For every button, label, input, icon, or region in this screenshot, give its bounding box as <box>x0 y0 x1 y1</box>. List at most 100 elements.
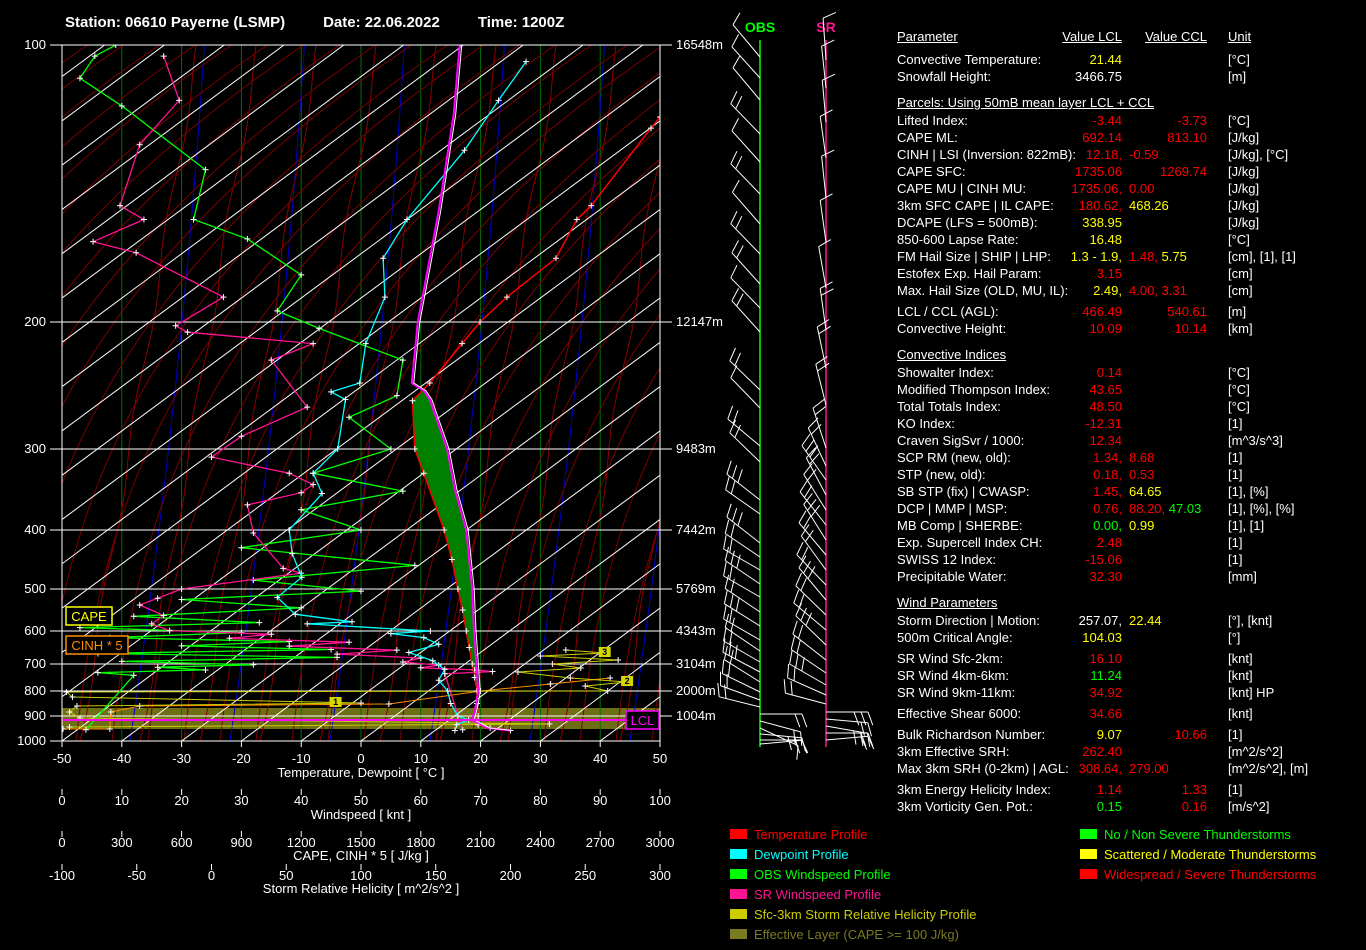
value-extra: -0.59 <box>1129 146 1159 163</box>
value-ccl: 10.14 <box>1127 320 1207 337</box>
parameter-row: SWISS 12 Index:-15.06[1] <box>897 551 1362 568</box>
unit-label: [J/kg] <box>1228 163 1259 180</box>
value-lcl: 12.34 <box>1037 432 1122 449</box>
value-extra-item: 0.53 <box>1129 467 1154 482</box>
value-lcl: 16.48 <box>1037 231 1122 248</box>
parameter-row: Exp. Supercell Index CH:2.48[1] <box>897 534 1362 551</box>
altitude-label: 1004m <box>676 708 716 723</box>
legend-item: Dewpoint Profile <box>730 844 977 864</box>
svg-text:0: 0 <box>58 835 65 850</box>
svg-text:CINH * 5: CINH * 5 <box>71 638 122 653</box>
value-lcl: 1.34, <box>1037 449 1122 466</box>
value-lcl: 1.14 <box>1037 781 1122 798</box>
altitude-label: 9483m <box>676 441 716 456</box>
row-label: Convective Temperature: <box>897 51 1041 68</box>
svg-text:30: 30 <box>533 751 547 766</box>
svg-text:70: 70 <box>473 793 487 808</box>
legend-item: OBS Windspeed Profile <box>730 864 977 884</box>
svg-text:2400: 2400 <box>526 835 555 850</box>
unit-label: [1] <box>1228 449 1242 466</box>
svg-text:300: 300 <box>111 835 133 850</box>
unit-label: [knt] <box>1228 667 1253 684</box>
unit-label: [m] <box>1228 68 1246 85</box>
legend-item: Temperature Profile <box>730 824 977 844</box>
value-lcl: 12.18, <box>1037 146 1122 163</box>
parameter-row: 500m Critical Angle:104.03[°] <box>897 629 1362 646</box>
row-label: DCAPE (LFS = 500mB): <box>897 214 1038 231</box>
value-extra: 22.44 <box>1129 612 1162 629</box>
parameter-row: Storm Direction | Motion:257.07,22.44[°]… <box>897 612 1362 629</box>
parameter-panel: ParameterValue LCLValue CCLUnitConvectiv… <box>897 28 1362 815</box>
value-lcl: 104.03 <box>1037 629 1122 646</box>
value-ccl: 813.10 <box>1127 129 1207 146</box>
value-extra-item: 64.65 <box>1129 484 1162 499</box>
parameter-row: CAPE SFC:1735.061269.74[J/kg] <box>897 163 1362 180</box>
value-extra: 0.53 <box>1129 466 1154 483</box>
parameter-row: CINH | LSI (Inversion: 822mB):12.18,-0.5… <box>897 146 1362 163</box>
value-lcl: 466.49 <box>1037 303 1122 320</box>
row-label: Estofex Exp. Hail Param: <box>897 265 1042 282</box>
value-extra: 64.65 <box>1129 483 1162 500</box>
svg-text:50: 50 <box>653 751 667 766</box>
unit-label: [knt] <box>1228 650 1253 667</box>
value-extra-item: 47.03 <box>1169 501 1202 516</box>
unit-label: [1] <box>1228 781 1242 798</box>
value-lcl: 32.30 <box>1037 568 1122 585</box>
value-lcl: 0.76, <box>1037 500 1122 517</box>
wind-column-label: OBS <box>745 19 775 35</box>
unit-label: [J/kg] <box>1228 214 1259 231</box>
value-extra: 279.00 <box>1129 760 1169 777</box>
parameter-row: Convective Temperature:21.44 [°C] <box>897 51 1362 68</box>
cinh-label: CINH * 5 <box>66 636 128 654</box>
section-header: Parcels: Using 50mB mean layer LCL + CCL <box>897 94 1362 111</box>
svg-text:200: 200 <box>500 868 522 883</box>
wind-column-label: SR <box>816 19 835 35</box>
legend-label: Scattered / Moderate Thunderstorms <box>1104 847 1316 862</box>
value-extra-item: 3.31 <box>1162 283 1187 298</box>
skewt-chart: 321100200300400500600700800900100016548m… <box>0 0 900 950</box>
axis-cape: 03006009001200150018002100240027003000CA… <box>58 831 674 863</box>
value-lcl: 262.40 <box>1037 743 1122 760</box>
legend-label: No / Non Severe Thunderstorms <box>1104 827 1291 842</box>
row-label: Bulk Richardson Number: <box>897 726 1045 743</box>
section-header: Convective Indices <box>897 346 1362 363</box>
col-unit: Unit <box>1228 28 1251 45</box>
row-label: SR Wind Sfc-2km: <box>897 650 1003 667</box>
row-label: LCL / CCL (AGL): <box>897 303 999 320</box>
parameter-row: STP (new, old):0.18,0.53[1] <box>897 466 1362 483</box>
unit-label: [J/kg] <box>1228 197 1259 214</box>
altitude-label: 2000m <box>676 683 716 698</box>
pressure-label: 500 <box>24 581 46 596</box>
svg-text:40: 40 <box>593 751 607 766</box>
parameter-row: DCP | MMP | MSP:0.76,88.20, 47.03[1], [%… <box>897 500 1362 517</box>
parameter-row: SR Wind 4km-6km:11.24[knt] <box>897 667 1362 684</box>
value-lcl: 34.92 <box>1037 684 1122 701</box>
value-lcl: 1.45, <box>1037 483 1122 500</box>
value-lcl: 11.24 <box>1037 667 1122 684</box>
row-label: MB Comp | SHERBE: <box>897 517 1022 534</box>
unit-label: [1] <box>1228 726 1242 743</box>
svg-text:10: 10 <box>414 751 428 766</box>
value-ccl: 0.16 <box>1127 798 1207 815</box>
pressure-label: 1000 <box>17 733 46 748</box>
row-label: Effective Shear 6000: <box>897 705 1021 722</box>
row-label: Convective Height: <box>897 320 1006 337</box>
unit-label: [m^2/s^2], [m] <box>1228 760 1308 777</box>
svg-text:-50: -50 <box>127 868 146 883</box>
unit-label: [°C] <box>1228 51 1250 68</box>
value-lcl: 21.44 <box>1037 51 1122 68</box>
svg-text:10: 10 <box>115 793 129 808</box>
svg-text:0: 0 <box>58 793 65 808</box>
row-label: SB STP (fix) | CWASP: <box>897 483 1030 500</box>
value-extra-item: 279.00 <box>1129 761 1169 776</box>
svg-text:3: 3 <box>602 647 607 657</box>
row-label: DCP | MMP | MSP: <box>897 500 1007 517</box>
legend-swatch-icon <box>730 829 747 839</box>
row-label: Total Totals Index: <box>897 398 1001 415</box>
svg-text:CAPE: CAPE <box>71 609 107 624</box>
unit-label: [1] <box>1228 466 1242 483</box>
parameter-row: Snowfall Height:3466.75[m] <box>897 68 1362 85</box>
unit-label: [cm] <box>1228 282 1253 299</box>
value-lcl: 16.10 <box>1037 650 1122 667</box>
legend-swatch-icon <box>1080 849 1097 859</box>
